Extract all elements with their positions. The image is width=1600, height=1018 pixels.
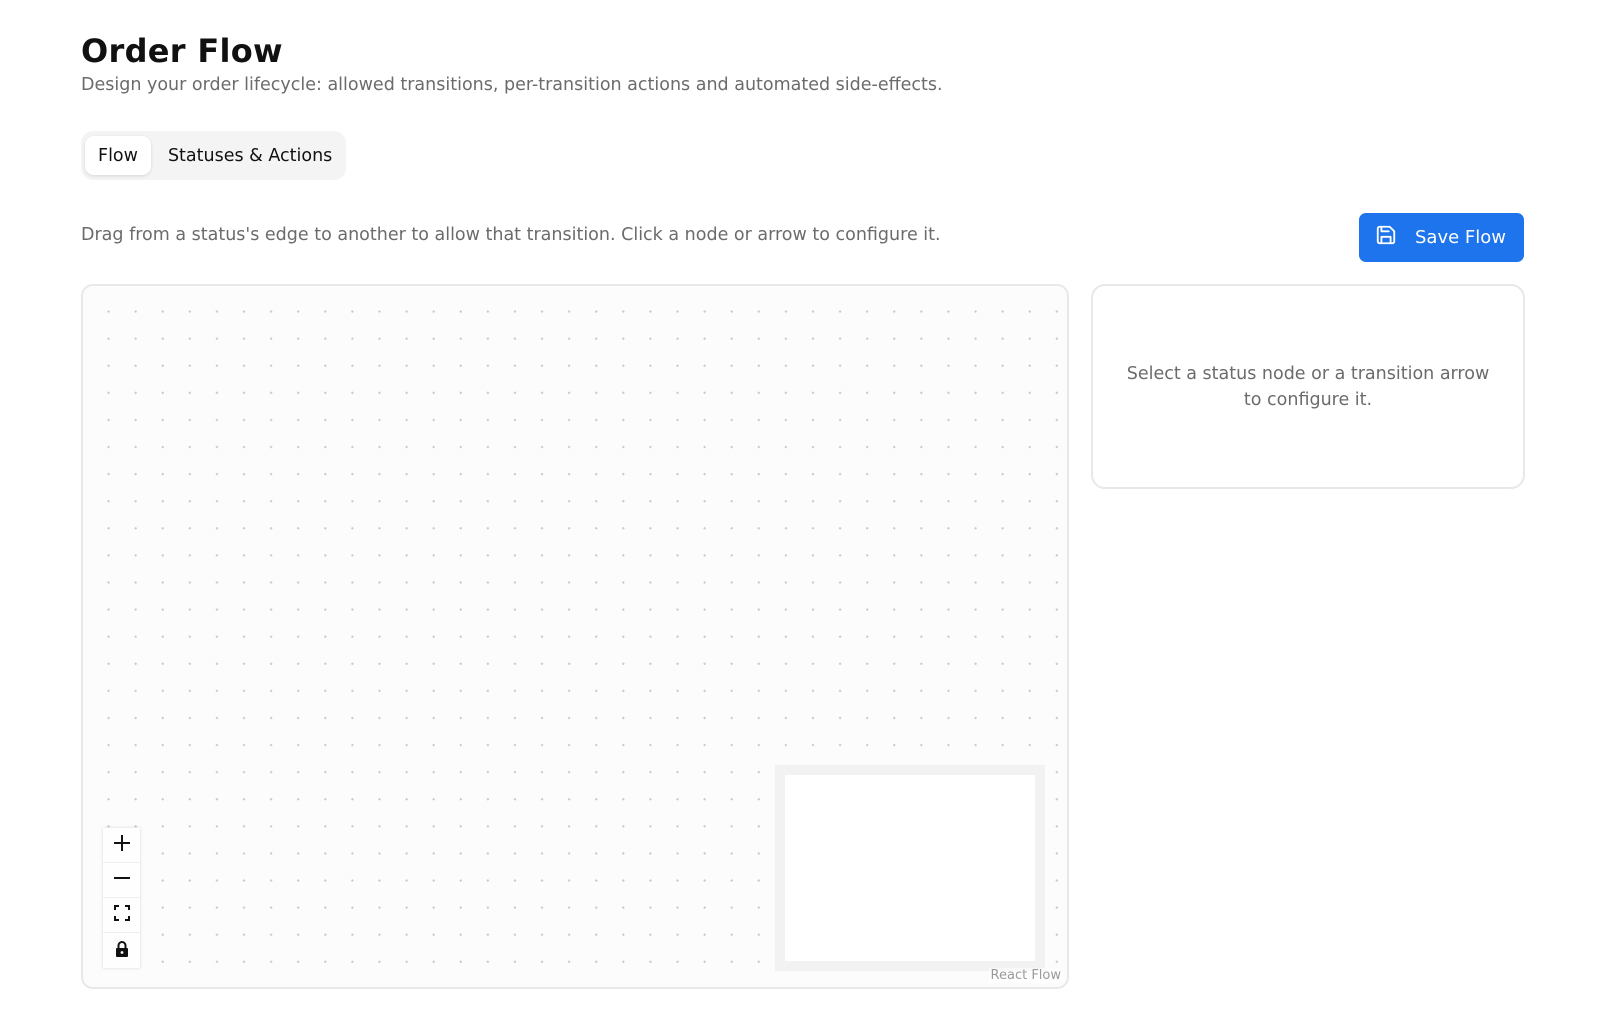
fit-view-button[interactable]: [103, 898, 140, 933]
save-icon: [1375, 224, 1397, 251]
zoom-in-icon: [113, 834, 131, 856]
view-tabs: Flow Statuses & Actions: [81, 131, 346, 180]
tab-statuses-actions[interactable]: Statuses & Actions: [155, 136, 345, 175]
config-empty-hint: Select a status node or a transition arr…: [1126, 363, 1490, 410]
page-subtitle: Design your order lifecycle: allowed tra…: [81, 75, 943, 95]
save-flow-label: Save Flow: [1415, 227, 1506, 248]
save-flow-button[interactable]: Save Flow: [1359, 213, 1524, 262]
fit-view-icon: [113, 905, 130, 925]
page-title: Order Flow: [81, 32, 283, 70]
minimap[interactable]: [775, 765, 1045, 971]
react-flow-attribution[interactable]: React Flow: [988, 968, 1063, 983]
config-panel: Select a status node or a transition arr…: [1091, 284, 1525, 489]
flow-instructions: Drag from a status's edge to another to …: [81, 225, 941, 245]
lock-icon: [115, 940, 129, 961]
flow-canvas[interactable]: React Flow: [81, 284, 1069, 989]
zoom-out-icon: [113, 869, 131, 891]
minimap-viewport: [785, 775, 1035, 961]
zoom-in-button[interactable]: [103, 828, 140, 863]
zoom-out-button[interactable]: [103, 863, 140, 898]
canvas-controls: [103, 828, 140, 968]
tab-flow[interactable]: Flow: [85, 136, 151, 175]
toggle-interactivity-button[interactable]: [103, 933, 140, 968]
